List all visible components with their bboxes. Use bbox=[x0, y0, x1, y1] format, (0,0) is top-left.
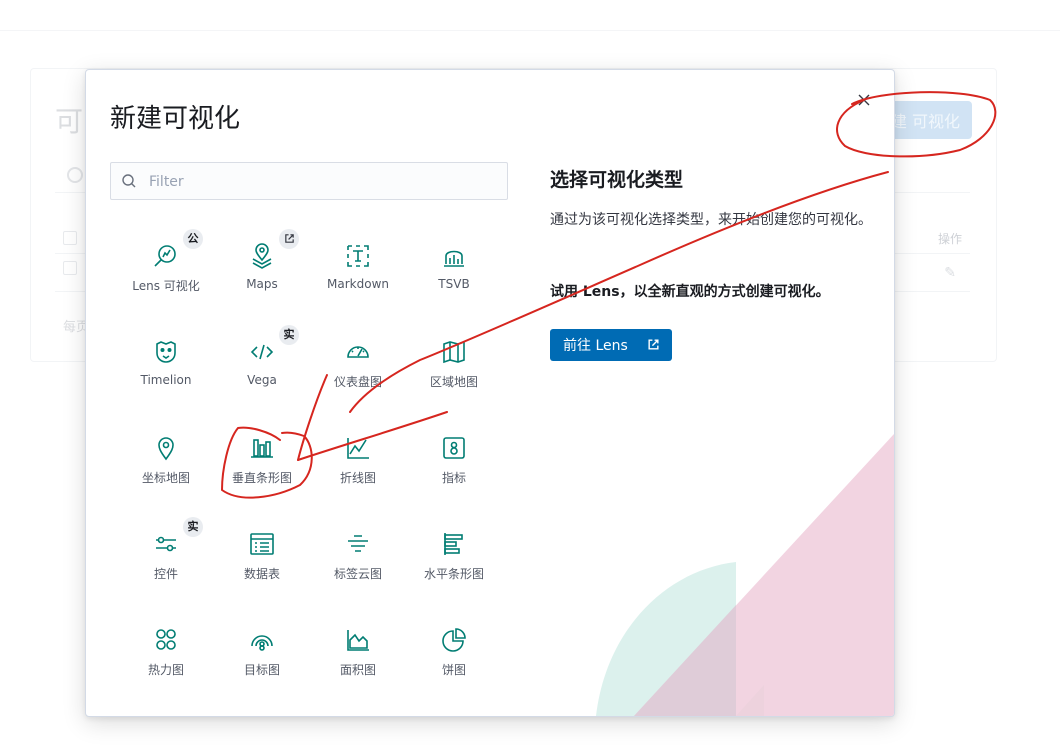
description-text: 通过为该可视化选择类型，来开始创建您的可视化。 bbox=[550, 212, 872, 228]
tile-label: 控件 bbox=[153, 567, 178, 581]
metric-icon bbox=[443, 437, 465, 459]
tile-label: 仪表盘图 bbox=[333, 375, 382, 389]
experimental-badge: 实 bbox=[183, 517, 203, 537]
tile-label: TSVB bbox=[438, 277, 470, 291]
search-icon bbox=[122, 174, 136, 188]
data-table-icon bbox=[250, 533, 274, 555]
timelion-icon bbox=[156, 341, 176, 363]
coordinate-map-icon bbox=[158, 437, 174, 461]
tag-cloud-icon bbox=[348, 535, 368, 552]
external-link-icon bbox=[648, 339, 659, 350]
tile-label: 标签云图 bbox=[333, 567, 382, 581]
vis-type-line-chart[interactable]: 折线图 bbox=[310, 412, 406, 508]
gauge-icon bbox=[347, 346, 369, 358]
vis-type-markdown[interactable]: Markdown bbox=[310, 220, 406, 316]
tile-label: 指标 bbox=[441, 471, 466, 485]
vis-type-controls[interactable]: 实 控件 bbox=[118, 508, 214, 604]
tile-label: Vega bbox=[247, 373, 277, 387]
vertical-bar-icon bbox=[251, 439, 273, 458]
beta-badge: 公 bbox=[183, 229, 203, 249]
new-visualization-modal: 新建可视化 公 Lens 可视化 Maps bbox=[85, 69, 895, 717]
vis-type-pie-chart[interactable]: 饼图 bbox=[406, 604, 502, 700]
tile-label: Markdown bbox=[327, 277, 389, 291]
description-title: 选择可视化类型 bbox=[550, 169, 684, 191]
controls-icon bbox=[156, 536, 176, 552]
tile-label: 面积图 bbox=[339, 663, 376, 677]
tile-label: 坐标地图 bbox=[141, 471, 190, 485]
vis-type-goal[interactable]: 目标图 bbox=[214, 604, 310, 700]
external-link-badge bbox=[279, 229, 299, 249]
tile-label: Lens 可视化 bbox=[132, 279, 200, 293]
vis-type-heatmap[interactable]: 热力图 bbox=[118, 604, 214, 700]
tile-label: 垂直条形图 bbox=[231, 471, 292, 485]
vis-type-tsvb[interactable]: TSVB bbox=[406, 220, 502, 316]
markdown-icon bbox=[347, 245, 369, 267]
maps-icon bbox=[252, 243, 272, 269]
tile-label: 热力图 bbox=[147, 663, 184, 677]
go-to-lens-label: 前往 Lens bbox=[563, 338, 628, 354]
tile-label: 数据表 bbox=[243, 567, 280, 581]
external-link-icon bbox=[284, 234, 294, 243]
tile-label: 饼图 bbox=[441, 663, 466, 677]
vis-type-area-chart[interactable]: 面积图 bbox=[310, 604, 406, 700]
experimental-badge: 实 bbox=[279, 325, 299, 345]
vis-type-metric[interactable]: 指标 bbox=[406, 412, 502, 508]
go-to-lens-button[interactable]: 前往 Lens bbox=[550, 329, 672, 361]
area-chart-icon bbox=[347, 630, 369, 651]
close-icon[interactable] bbox=[856, 92, 872, 108]
vis-type-data-table[interactable]: 数据表 bbox=[214, 508, 310, 604]
pie-chart-icon bbox=[442, 628, 466, 652]
tsvb-icon bbox=[444, 250, 464, 267]
tile-label: 折线图 bbox=[339, 471, 376, 485]
filter-field[interactable] bbox=[110, 162, 508, 201]
vis-type-coordinate-map[interactable]: 坐标地图 bbox=[118, 412, 214, 508]
vis-type-region-map[interactable]: 区域地图 bbox=[406, 316, 502, 412]
vis-type-lens[interactable]: 公 Lens 可视化 bbox=[118, 220, 214, 316]
tile-label: Maps bbox=[246, 277, 278, 291]
vis-type-maps[interactable]: Maps bbox=[214, 220, 310, 316]
goal-icon bbox=[251, 635, 273, 651]
heatmap-icon bbox=[156, 629, 176, 650]
vis-type-vega[interactable]: 实 Vega bbox=[214, 316, 310, 412]
vis-type-horizontal-bar[interactable]: 水平条形图 bbox=[406, 508, 502, 604]
region-map-icon bbox=[443, 340, 465, 364]
tile-label: 水平条形图 bbox=[423, 567, 484, 581]
tile-label: Timelion bbox=[140, 373, 192, 387]
vega-icon bbox=[250, 344, 274, 360]
vis-type-timelion[interactable]: Timelion bbox=[118, 316, 214, 412]
vis-type-tag-cloud[interactable]: 标签云图 bbox=[310, 508, 406, 604]
lens-icon bbox=[154, 245, 176, 267]
vis-type-gauge[interactable]: 仪表盘图 bbox=[310, 316, 406, 412]
tile-label: 区域地图 bbox=[429, 375, 478, 389]
horizontal-bar-icon bbox=[444, 533, 463, 555]
filter-input[interactable] bbox=[147, 163, 501, 201]
try-lens-text: 试用 Lens，以全新直观的方式创建可视化。 bbox=[550, 284, 830, 300]
line-chart-icon bbox=[347, 438, 369, 459]
vis-type-vertical-bar[interactable]: 垂直条形图 bbox=[214, 412, 310, 508]
tile-label: 目标图 bbox=[243, 663, 280, 677]
modal-title: 新建可视化 bbox=[110, 104, 241, 134]
